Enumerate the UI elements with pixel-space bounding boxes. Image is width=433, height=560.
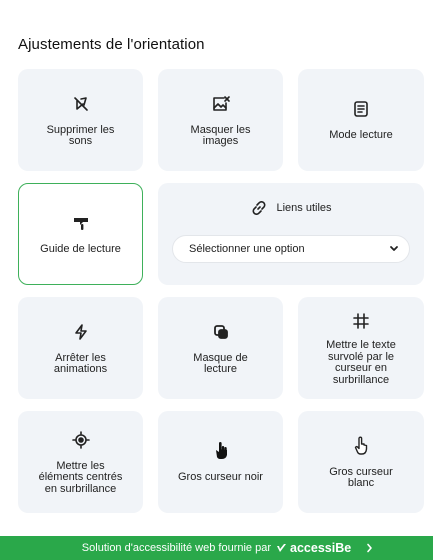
tile-label: Gros curseur noir xyxy=(178,471,263,484)
tile-label: Guide de lecture xyxy=(40,243,121,256)
tile-label: Mettre le texte survolé par le curseur e… xyxy=(326,339,396,386)
tile-stop-animations[interactable]: Arrêter les animations xyxy=(18,297,143,399)
tile-label: Gros curseur blanc xyxy=(329,465,393,489)
section-title: Ajustements de l'orientation xyxy=(18,36,205,53)
tile-read-mode[interactable]: Mode lecture xyxy=(298,69,424,171)
hide-images-icon xyxy=(211,93,231,115)
tile-label: Masque de lecture xyxy=(193,351,248,375)
tile-label: Mode lecture xyxy=(329,129,393,142)
useful-links-select[interactable]: Sélectionner une option xyxy=(172,235,410,263)
useful-links-panel: Liens utiles Sélectionner une option xyxy=(158,183,424,285)
useful-links-title: Liens utiles xyxy=(276,202,332,214)
select-value: Sélectionner une option xyxy=(189,243,305,255)
white-cursor-icon xyxy=(353,435,369,457)
chevron-down-icon xyxy=(389,245,399,253)
link-icon xyxy=(250,199,268,217)
tile-highlight-hover[interactable]: Mettre le texte survolé par le curseur e… xyxy=(298,297,424,399)
tile-label: Masquer les images xyxy=(190,123,251,147)
tile-label: Supprimer les sons xyxy=(46,123,115,147)
accessibe-brand: accessiBe xyxy=(276,541,351,555)
tile-reading-mask[interactable]: Masque de lecture xyxy=(158,297,283,399)
tile-label: Arrêter les animations xyxy=(53,351,108,375)
document-icon xyxy=(353,98,369,120)
accessibe-footer-link[interactable]: Solution d'accessibilité web fournie par… xyxy=(0,536,433,560)
footer-text: Solution d'accessibilité web fournie par xyxy=(81,542,272,554)
tile-highlight-focus[interactable]: Mettre les éléments centrés en surbrilla… xyxy=(18,411,143,513)
tile-hide-images[interactable]: Masquer les images xyxy=(158,69,283,171)
tile-reading-guide[interactable]: Guide de lecture xyxy=(18,183,143,285)
accessibe-logo-icon xyxy=(276,543,287,553)
useful-links-header: Liens utiles xyxy=(158,199,424,217)
mute-icon xyxy=(72,93,90,115)
mask-icon xyxy=(212,321,230,343)
reading-guide-icon xyxy=(72,212,90,234)
tile-big-white-cursor[interactable]: Gros curseur blanc xyxy=(298,411,424,513)
tile-mute-sounds[interactable]: Supprimer les sons xyxy=(18,69,143,171)
brand-name: accessiBe xyxy=(290,541,352,555)
chevron-right-icon xyxy=(366,541,373,556)
tile-label: Mettre les éléments centrés en surbrilla… xyxy=(38,459,123,495)
target-icon xyxy=(71,429,90,451)
lightning-icon xyxy=(73,321,89,343)
hash-icon xyxy=(352,310,370,332)
black-cursor-icon xyxy=(213,440,229,462)
tile-big-black-cursor[interactable]: Gros curseur noir xyxy=(158,411,283,513)
